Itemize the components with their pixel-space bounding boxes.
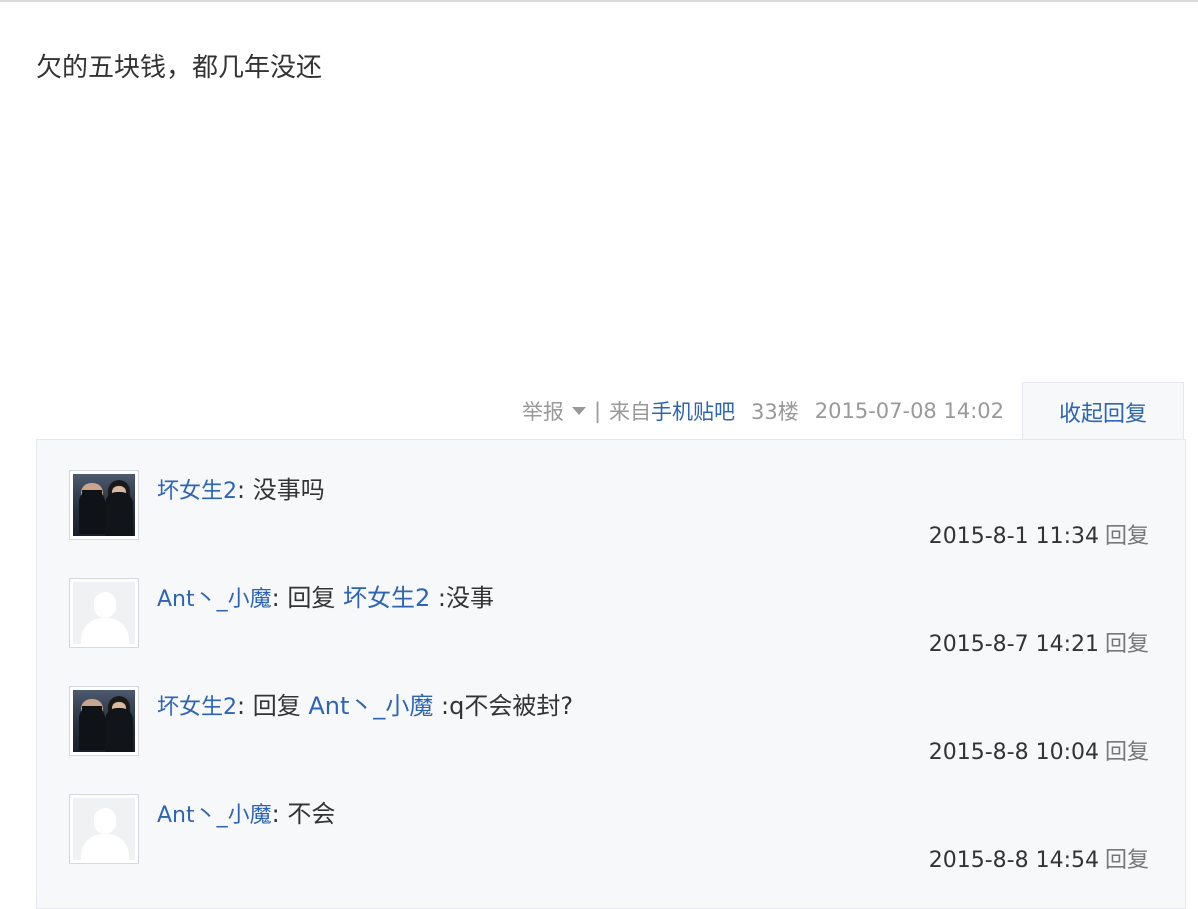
- reply-panel: 坏女生2: 没事吗 2015-8-1 11:34 回复 Ant丶_小魔: 回复 坏…: [36, 439, 1186, 909]
- post-content: 欠的五块钱，都几年没还: [36, 53, 323, 83]
- report-button[interactable]: 举报: [522, 396, 586, 426]
- collapse-replies-button[interactable]: 收起回复: [1022, 382, 1184, 440]
- reply-item: 坏女生2: 没事吗 2015-8-1 11:34 回复: [69, 470, 1149, 570]
- source-prefix: 来自: [609, 400, 652, 424]
- reply-time: 2015-8-7 14:21: [928, 632, 1099, 657]
- reply-target-user[interactable]: 坏女生2: [343, 584, 430, 612]
- default-avatar-icon[interactable]: [69, 794, 139, 864]
- reply-time: 2015-8-8 14:54: [928, 848, 1099, 873]
- reply-time: 2015-8-1 11:34: [928, 524, 1099, 549]
- reply-button[interactable]: 回复: [1105, 632, 1149, 657]
- reply-meta: 2015-8-1 11:34 回复: [929, 518, 1149, 550]
- reply-button[interactable]: 回复: [1105, 524, 1149, 549]
- meta-separator: |: [593, 399, 602, 423]
- reply-item: Ant丶_小魔: 回复 坏女生2 :没事 2015-8-7 14:21 回复: [69, 578, 1149, 678]
- user-photo-avatar[interactable]: [69, 686, 139, 756]
- reply-username[interactable]: 坏女生2: [157, 479, 237, 504]
- reply-button[interactable]: 回复: [1105, 848, 1149, 873]
- reply-text-line: Ant丶_小魔: 不会: [157, 798, 335, 832]
- caret-down-icon: [571, 407, 586, 415]
- reply-target-user[interactable]: Ant丶_小魔: [308, 692, 433, 720]
- reply-username[interactable]: Ant丶_小魔: [157, 587, 272, 612]
- post-time: 2015-07-08 14:02: [814, 399, 1004, 423]
- reply-meta: 2015-8-8 14:54 回复: [929, 842, 1149, 874]
- reply-colon: :: [271, 584, 280, 612]
- client-link[interactable]: 手机贴吧: [651, 396, 735, 426]
- reply-text-line: Ant丶_小魔: 回复 坏女生2 :没事: [157, 582, 494, 616]
- reply-username[interactable]: 坏女生2: [157, 695, 237, 720]
- reply-button[interactable]: 回复: [1105, 740, 1149, 765]
- floor-number: 33楼: [751, 400, 799, 424]
- reply-body: 没事吗: [245, 476, 325, 504]
- reply-word: 回复: [279, 584, 343, 612]
- reply-text-line: 坏女生2: 没事吗: [157, 474, 325, 508]
- reply-time: 2015-8-8 10:04: [928, 740, 1099, 765]
- reply-meta: 2015-8-8 10:04 回复: [929, 734, 1149, 766]
- reply-word: 回复: [245, 692, 309, 720]
- reply-item: Ant丶_小魔: 不会 2015-8-8 14:54 回复: [69, 794, 1149, 894]
- top-divider: [0, 0, 1198, 2]
- reply-body: :没事: [430, 584, 494, 612]
- reply-meta: 2015-8-7 14:21 回复: [929, 626, 1149, 658]
- reply-body: :q不会被封?: [433, 692, 574, 720]
- reply-colon: :: [271, 800, 280, 828]
- reply-colon: :: [237, 692, 246, 720]
- reply-username[interactable]: Ant丶_小魔: [157, 803, 272, 828]
- post-meta: 举报 | 来自 手机贴吧 33楼 2015-07-08 14:02: [522, 383, 1004, 439]
- reply-text-line: 坏女生2: 回复 Ant丶_小魔 :q不会被封?: [157, 690, 573, 724]
- report-label: 举报: [521, 400, 564, 424]
- user-photo-avatar[interactable]: [69, 470, 139, 540]
- reply-item: 坏女生2: 回复 Ant丶_小魔 :q不会被封? 2015-8-8 10:04 回…: [69, 686, 1149, 786]
- reply-body: 不会: [279, 800, 336, 828]
- reply-colon: :: [237, 476, 246, 504]
- default-avatar-icon[interactable]: [69, 578, 139, 648]
